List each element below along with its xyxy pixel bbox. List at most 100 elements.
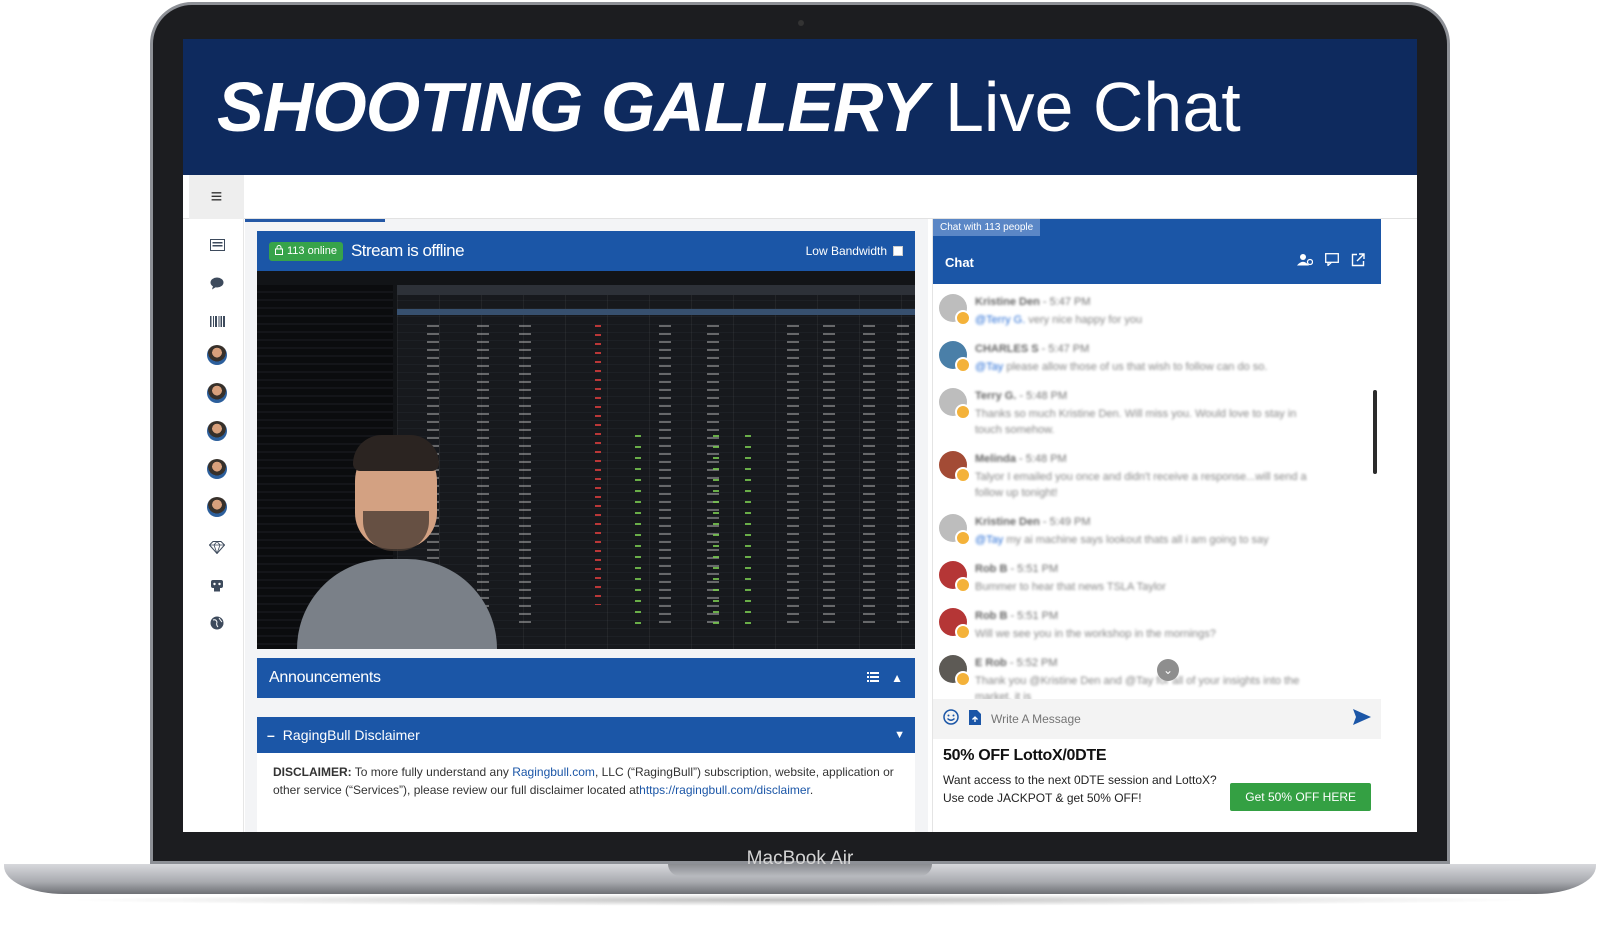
online-badge: 113 online [269, 241, 343, 261]
message-text: Thanks so much Kristine Den. Will miss y… [975, 408, 1297, 436]
user-settings-icon[interactable] [1297, 253, 1314, 270]
chat-messages[interactable]: Kristine Den - 5:47 PM @Terry G. very ni… [933, 284, 1381, 699]
grid-column [713, 435, 719, 625]
ragingbull-link[interactable]: Ragingbull.com [512, 765, 595, 779]
loading-progress [245, 219, 385, 222]
message-text: Bummer to hear that news TSLA Taylor [975, 581, 1166, 593]
avatar[interactable] [207, 497, 227, 517]
message-author[interactable]: Rob B [975, 563, 1007, 575]
announcements-title: Announcements [269, 669, 381, 686]
promo-button[interactable]: Get 50% OFF HERE [1230, 783, 1371, 811]
laptop-screen: SHOOTING GALLERY Live Chat ≡ 113 online … [183, 39, 1417, 832]
presenter-video [297, 435, 497, 649]
message-time: 5:47 PM [1049, 296, 1091, 308]
laptop-shadow [60, 894, 1540, 906]
list-icon[interactable] [867, 671, 880, 685]
diamond-icon[interactable] [205, 535, 229, 559]
banner-title-bold: SHOOTING GALLERY [217, 68, 928, 146]
newspaper-icon[interactable] [205, 233, 229, 257]
message-author[interactable]: Terry G. [975, 390, 1016, 402]
collapse-icon[interactable]: – [267, 727, 275, 743]
avatar[interactable] [939, 294, 971, 326]
chat-panel: Chat with 113 people Chat Kristine Den -… [932, 219, 1381, 832]
low-bandwidth-checkbox[interactable] [893, 246, 903, 256]
chat-title: Chat [945, 255, 974, 270]
grid-column [863, 325, 875, 625]
chat-message: Terry G. - 5:48 PM Thanks so much Kristi… [939, 388, 1371, 448]
disclaimer-link[interactable]: https://ragingbull.com/disclaimer [639, 783, 810, 797]
main-panel: 113 online Stream is offline Low Bandwid… [245, 219, 928, 832]
laptop-notch [668, 864, 932, 876]
chat-header: Chat with 113 people Chat [933, 219, 1381, 284]
message-text: my ai machine says lookout thats all i a… [1003, 534, 1269, 546]
send-icon[interactable] [1353, 708, 1371, 730]
disclaimer-title: RagingBull Disclaimer [282, 727, 420, 743]
avatar[interactable] [939, 608, 971, 640]
barcode-icon[interactable] [205, 309, 229, 333]
avatar[interactable] [939, 561, 971, 593]
caret-up-icon[interactable]: ▲ [891, 671, 903, 685]
avatar[interactable] [207, 345, 227, 365]
avatar[interactable] [939, 341, 971, 373]
announcements-tools: ▲ [867, 671, 903, 685]
chat-scrollbar[interactable] [1373, 390, 1377, 474]
message-author[interactable]: Kristine Den [975, 296, 1040, 308]
avatar[interactable] [939, 451, 971, 483]
message-mention[interactable]: @Tay [975, 534, 1003, 546]
message-composer [933, 699, 1381, 739]
comment-icon[interactable] [205, 271, 229, 295]
message-mention[interactable]: @Terry G. [975, 314, 1025, 326]
chat-count: Chat with 113 people [933, 219, 1041, 236]
message-text: Thank you @Kristine Den and @Tay for all… [975, 675, 1300, 699]
globe-icon[interactable] [205, 611, 229, 635]
chat-message: Rob B - 5:51 PM Bummer to hear that news… [939, 561, 1371, 607]
message-time: 5:49 PM [1049, 516, 1091, 528]
app-topbar: ≡ [183, 175, 1417, 219]
caret-down-icon[interactable]: ▼ [894, 729, 905, 741]
hamburger-icon[interactable]: ≡ [189, 175, 244, 219]
video-player[interactable] [257, 271, 915, 649]
grid-column [659, 325, 671, 625]
message-time: 5:52 PM [1016, 657, 1058, 669]
grid-column [635, 435, 641, 625]
message-author[interactable]: Kristine Den [975, 516, 1040, 528]
avatar[interactable] [939, 655, 971, 687]
avatar[interactable] [207, 421, 227, 441]
grid-column [897, 325, 909, 625]
bot-icon[interactable] [205, 573, 229, 597]
chat-message: Kristine Den - 5:49 PM @Tay my ai machin… [939, 514, 1371, 560]
message-mention[interactable]: @Tay [975, 361, 1003, 373]
grid-column [519, 325, 531, 625]
low-bandwidth-label: Low Bandwidth [805, 244, 887, 258]
announcements-header[interactable]: Announcements ▲ [257, 658, 915, 698]
sidebar [189, 219, 244, 832]
scroll-down-icon[interactable]: ⌄ [1157, 659, 1179, 681]
emoji-icon[interactable] [943, 709, 959, 729]
avatar[interactable] [939, 514, 971, 546]
banner: SHOOTING GALLERY Live Chat [183, 39, 1417, 175]
low-bandwidth-toggle[interactable]: Low Bandwidth [806, 244, 903, 258]
chat-message: Rob B - 5:51 PM Will we see you in the w… [939, 608, 1371, 654]
message-author[interactable]: Rob B [975, 610, 1007, 622]
message-time: 5:48 PM [1026, 390, 1068, 402]
comment-icon[interactable] [1325, 253, 1339, 270]
disclaimer-label: DISCLAIMER: [273, 765, 352, 779]
avatar[interactable] [939, 388, 971, 420]
chat-tools [1297, 253, 1365, 270]
avatar[interactable] [207, 383, 227, 403]
message-time: 5:51 PM [1017, 563, 1059, 575]
message-author[interactable]: E Rob [975, 657, 1007, 669]
banner-title-light: Live Chat [944, 68, 1241, 146]
disclaimer-header[interactable]: – RagingBull Disclaimer ▼ [257, 717, 915, 753]
stream-status: Stream is offline [350, 241, 465, 260]
avatar[interactable] [207, 459, 227, 479]
grid-column [823, 325, 835, 625]
promo-banner: 50% OFF LottoX/0DTE Want access to the n… [933, 739, 1381, 832]
file-upload-icon[interactable] [969, 709, 981, 729]
message-author[interactable]: CHARLES S [975, 343, 1039, 355]
disclaimer-text: To more fully understand any [351, 765, 513, 779]
message-input[interactable] [991, 712, 1343, 726]
promo-text: Want access to the next 0DTE session and… [943, 773, 1217, 805]
message-author[interactable]: Melinda [975, 453, 1016, 465]
external-link-icon[interactable] [1351, 253, 1365, 270]
